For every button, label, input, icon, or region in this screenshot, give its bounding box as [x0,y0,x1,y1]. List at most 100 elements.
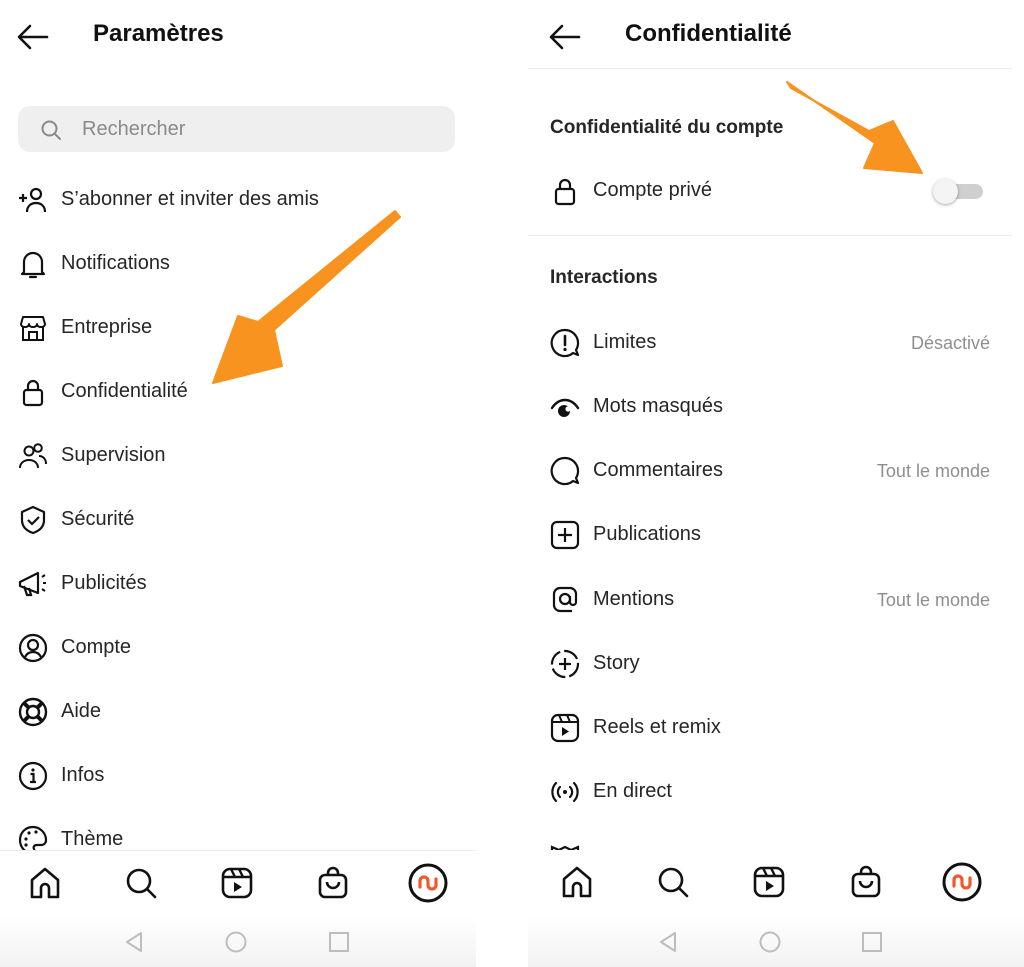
settings-item-ads[interactable]: Publicités [0,559,476,609]
info-icon [18,761,48,791]
lifebuoy-icon [18,697,48,727]
bell-icon [20,251,46,279]
back-button[interactable] [548,22,582,52]
bottom-tab-bar [0,850,476,916]
private-account-label: Compte privé [593,179,712,201]
system-nav-bar [528,916,1024,967]
arrow-left-icon [549,24,581,50]
private-account-toggle[interactable] [933,178,983,204]
back-button[interactable] [16,22,50,52]
settings-item-business[interactable]: Entreprise [0,303,476,353]
reels-icon [221,867,253,899]
lock-icon [22,379,44,407]
home-icon [562,866,592,898]
live-icon [551,781,579,803]
page-title: Confidentialité [625,20,792,47]
reels-icon [550,713,580,743]
arrow-left-icon [17,24,49,50]
settings-item-info[interactable]: Infos [0,751,476,801]
settings-screen: Paramètres Rechercher S’abonner et invit… [0,0,476,967]
nav-home-button[interactable] [758,930,782,954]
shop-icon [20,316,46,341]
settings-item-label: Notifications [61,252,170,274]
privacy-item-comments[interactable]: Commentaires Tout le monde [528,446,1024,496]
privacy-item-limits[interactable]: Limites Désactivé [528,318,1024,368]
shop-bag-icon [318,866,348,899]
tab-search[interactable] [123,865,159,901]
tab-reels[interactable] [751,864,787,900]
settings-header: Paramètres [0,0,476,70]
privacy-item-value: Tout le monde [876,461,990,481]
privacy-item-hidden-words[interactable]: Mots masqués [528,382,1024,432]
system-nav-bar [0,916,476,967]
nav-recents-button[interactable] [327,930,351,954]
privacy-item-partial[interactable] [528,831,1024,851]
search-icon [658,867,689,898]
hidden-eye-icon [550,398,580,417]
settings-item-follow-invite[interactable]: S’abonner et inviter des amis [0,175,476,225]
privacy-item-label: Commentaires [593,459,724,481]
privacy-screen: Confidentialité Confidentialité du compt… [528,0,1024,967]
privacy-item-posts[interactable]: Publications [528,510,1024,560]
search-placeholder: Rechercher [82,118,186,140]
tab-shop[interactable] [315,865,351,901]
reels-icon [753,866,785,898]
settings-item-label: Aide [61,700,102,722]
header-divider [528,68,1012,69]
privacy-item-label: Mentions [593,588,675,610]
privacy-item-mentions[interactable]: Mentions Tout le monde [528,575,1024,625]
settings-item-label: Thème [61,828,124,850]
story-add-icon [550,649,580,679]
account-circle-icon [18,633,48,663]
settings-item-supervision[interactable]: Supervision [0,431,476,481]
lock-icon [554,178,576,206]
privacy-item-reels[interactable]: Reels et remix [528,703,1024,753]
megaphone-icon [18,571,46,597]
nav-back-button[interactable] [122,930,146,954]
settings-item-security[interactable]: Sécurité [0,495,476,545]
settings-item-label: Publicités [61,572,147,594]
recents-square-icon [329,932,349,952]
tab-shop[interactable] [848,864,884,900]
home-circle-icon [759,931,781,953]
tab-profile[interactable] [942,862,982,902]
tab-home[interactable] [559,864,595,900]
privacy-item-value: Désactivé [910,333,990,353]
tab-search[interactable] [655,864,691,900]
privacy-item-story[interactable]: Story [528,639,1024,689]
settings-item-notifications[interactable]: Notifications [0,239,476,289]
privacy-item-live[interactable]: En direct [528,767,1024,817]
back-triangle-icon [126,932,142,952]
alert-bubble-icon [550,328,580,358]
privacy-item-label: Publications [593,523,701,545]
page-title: Paramètres [93,20,224,47]
recents-square-icon [862,932,882,952]
home-circle-icon [225,931,247,953]
tab-home[interactable] [27,865,63,901]
settings-item-label: Sécurité [61,508,135,530]
section-account-privacy: Confidentialité du compte [550,117,784,138]
plus-square-icon [550,520,580,550]
privacy-header: Confidentialité [528,0,1024,70]
settings-item-privacy[interactable]: Confidentialité [0,367,476,417]
bottom-tab-bar [528,850,1024,916]
home-icon [30,867,60,899]
tab-reels[interactable] [219,865,255,901]
nav-recents-button[interactable] [860,930,884,954]
settings-item-label: Entreprise [61,316,153,338]
settings-item-help[interactable]: Aide [0,687,476,737]
at-icon [552,586,578,613]
settings-item-account[interactable]: Compte [0,623,476,673]
nav-home-button[interactable] [224,930,248,954]
nav-back-button[interactable] [656,930,680,954]
privacy-item-label: Limites [593,331,657,353]
privacy-item-value: Tout le monde [876,590,990,610]
tab-profile[interactable] [408,863,448,903]
profile-avatar [942,862,982,902]
shop-bag-icon [851,865,881,898]
section-divider [528,235,1012,236]
privacy-item-label: Story [593,652,640,674]
search-input[interactable]: Rechercher [18,106,455,152]
settings-item-label: S’abonner et inviter des amis [61,188,319,210]
privacy-item-label: En direct [593,780,672,802]
